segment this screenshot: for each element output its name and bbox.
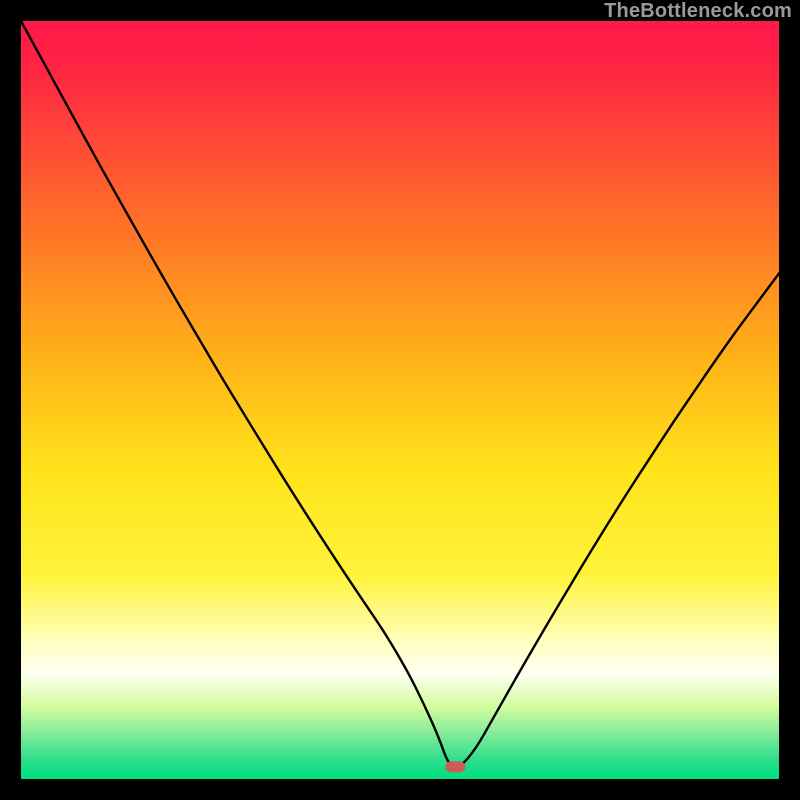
chart-svg xyxy=(21,21,779,779)
watermark-text: TheBottleneck.com xyxy=(604,0,792,23)
optimum-marker xyxy=(445,761,465,772)
chart-frame: TheBottleneck.com xyxy=(0,0,800,800)
chart-background xyxy=(21,21,779,779)
chart-plot-area xyxy=(21,21,779,779)
